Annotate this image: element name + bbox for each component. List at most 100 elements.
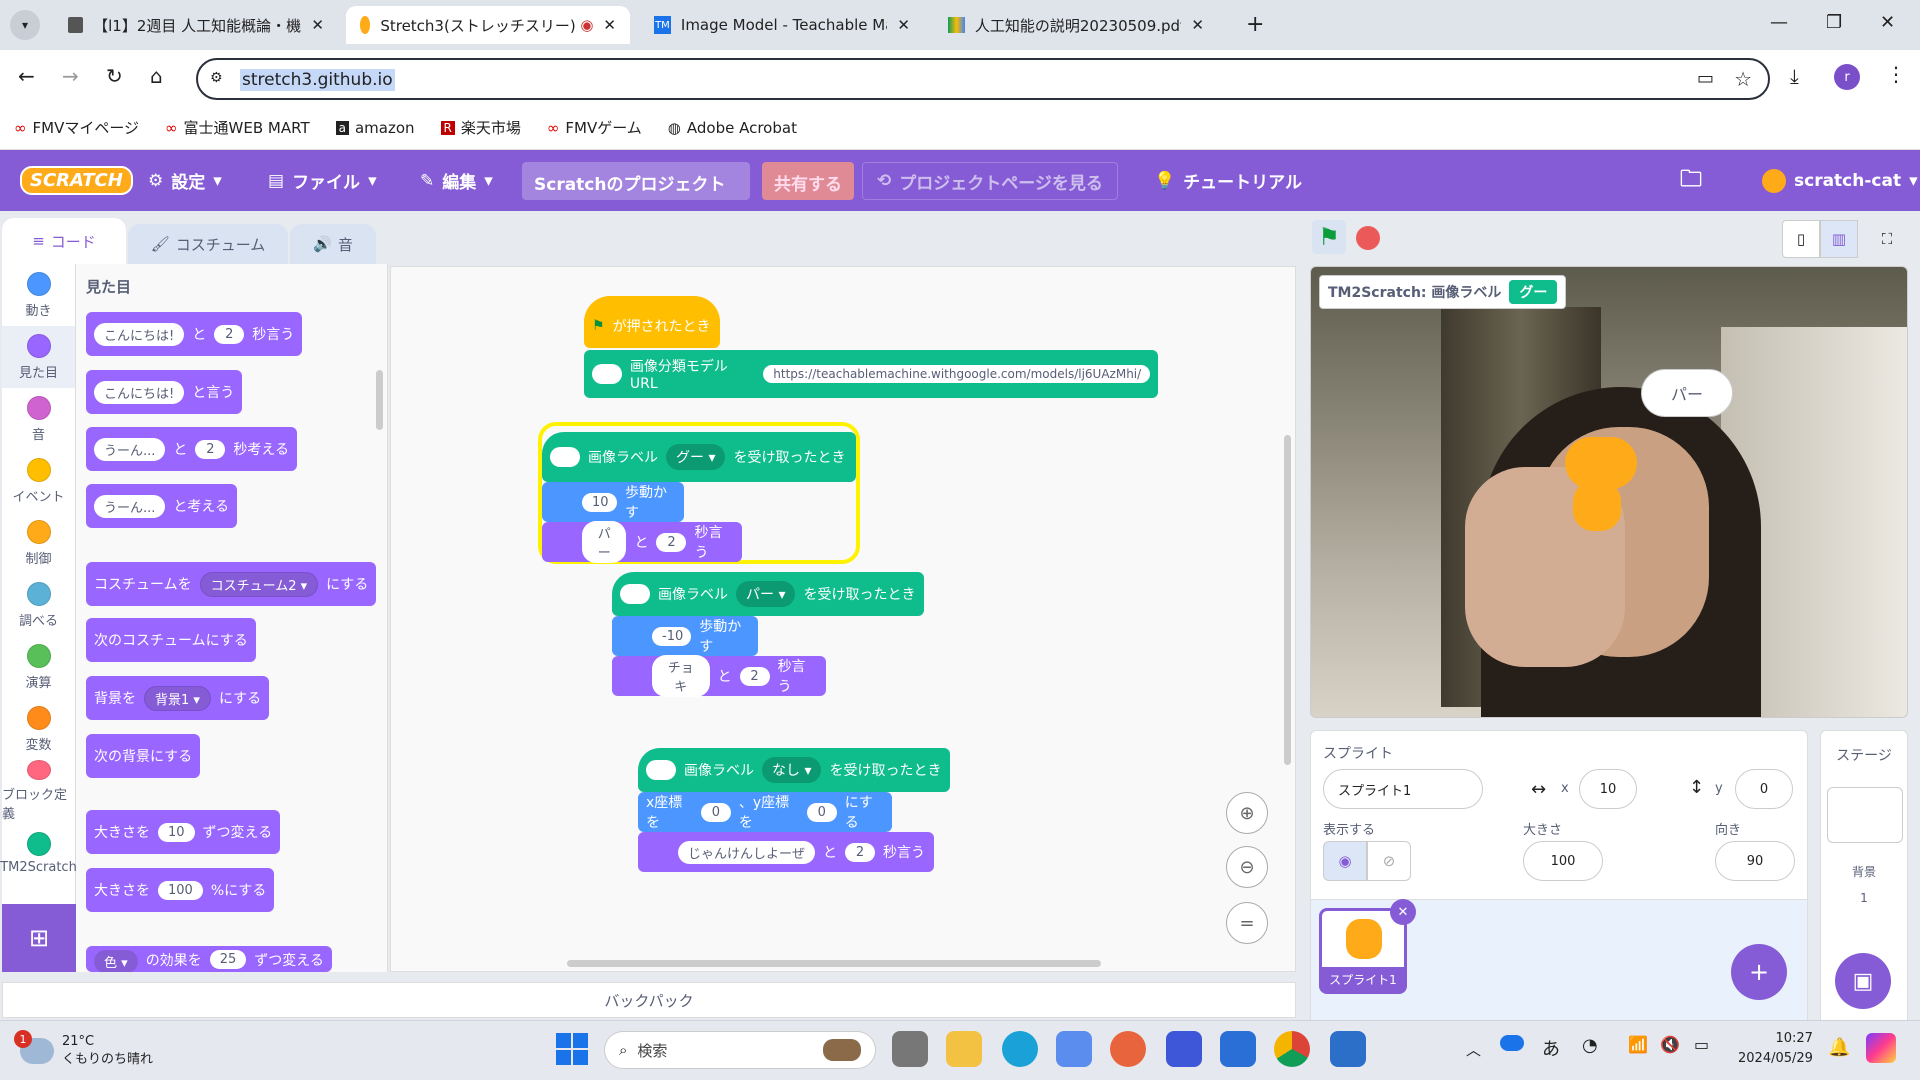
bookmark-star-icon[interactable]: ☆	[1734, 67, 1752, 91]
add-sprite-button[interactable]: +	[1731, 944, 1787, 1000]
stage-thumbnail[interactable]	[1827, 787, 1903, 843]
minimize-button[interactable]: —	[1770, 12, 1788, 33]
forward-icon[interactable]: →	[62, 64, 79, 88]
browser-menu-icon[interactable]: ⋮	[1886, 62, 1906, 86]
photos-icon[interactable]	[1220, 1031, 1256, 1067]
when-label-received-hat[interactable]: 画像ラベル グー ▾ を受け取ったとき	[542, 432, 856, 482]
download-icon[interactable]: ⤓	[1790, 64, 1799, 88]
task-view-icon[interactable]	[892, 1031, 928, 1067]
small-stage-button[interactable]: ▯	[1782, 220, 1820, 258]
palette-say-for-secs-block[interactable]: こんにちは! と 2 秒言う	[86, 312, 303, 356]
bookmark-item[interactable]: ∞ FMVゲーム	[547, 117, 642, 138]
category-2[interactable]: 音	[2, 388, 75, 450]
palette-change-size-block[interactable]: 大きさを 10 ずつ変える	[86, 810, 281, 854]
back-icon[interactable]: ←	[18, 64, 35, 88]
close-tab-icon[interactable]: ✕	[603, 16, 616, 34]
site-info-icon[interactable]: ⚙	[210, 70, 223, 86]
category-9[interactable]: TM2Scratch	[0, 822, 77, 884]
stop-icon[interactable]	[1356, 226, 1380, 250]
sprite-thumbnail[interactable]: スプライト1 ✕	[1319, 899, 1416, 994]
app-icon[interactable]	[1110, 1031, 1146, 1067]
say-for-secs-block[interactable]: チョキと 2 秒言う	[612, 655, 826, 697]
move-steps-block[interactable]: -10 歩動かす	[612, 616, 758, 656]
ime-indicator[interactable]: あ	[1542, 1035, 1560, 1061]
my-stuff-folder-icon[interactable]: 🗀	[1680, 150, 1702, 211]
zoom-in-button[interactable]: ⊕	[1226, 792, 1268, 834]
palette-change-effect-block[interactable]: 色 ▾ の効果を 25 ずつ変える	[86, 946, 332, 972]
palette-think-for-secs-block[interactable]: うーん... と 2 秒考える	[86, 427, 297, 471]
x-input[interactable]: 10	[1579, 769, 1637, 809]
palette-scrollbar[interactable]	[376, 370, 383, 430]
category-5[interactable]: 調べる	[2, 574, 75, 636]
windows-start-icon[interactable]	[556, 1033, 588, 1065]
file-explorer-icon[interactable]	[946, 1031, 982, 1067]
chrome-icon[interactable]	[1274, 1031, 1310, 1067]
taskbar-search[interactable]: ⌕ 検索	[604, 1031, 876, 1069]
when-flag-clicked-hat[interactable]: ⚑ が押されたとき	[584, 296, 720, 348]
when-label-received-hat[interactable]: 画像ラベル なし ▾ を受け取ったとき	[638, 748, 950, 792]
palette-next-costume-block[interactable]: 次のコスチュームにする	[86, 618, 256, 662]
category-8[interactable]: ブロック定義	[2, 760, 75, 822]
zoom-out-button[interactable]: ⊖	[1226, 846, 1268, 888]
close-tab-icon[interactable]: ✕	[1191, 16, 1204, 34]
category-3[interactable]: イベント	[2, 450, 75, 512]
see-project-page-button[interactable]: ⟲ プロジェクトページを見る	[862, 162, 1118, 200]
battery-icon[interactable]: ▭	[1694, 1035, 1709, 1054]
app-window-icon[interactable]	[1330, 1031, 1366, 1067]
volume-muted-icon[interactable]: 🔇	[1660, 1035, 1680, 1054]
move-steps-block[interactable]: 10 歩動かす	[542, 482, 684, 522]
tutorials-button[interactable]: 💡 チュートリアル	[1154, 150, 1302, 211]
direction-input[interactable]: 90	[1715, 841, 1795, 881]
tab-2[interactable]: Stretch3(ストレッチスリー) ◉ ✕	[346, 6, 630, 44]
profile-avatar[interactable]: r	[1834, 64, 1860, 90]
close-tab-icon[interactable]: ✕	[897, 16, 910, 34]
category-0[interactable]: 動き	[2, 264, 75, 326]
notification-bell-icon[interactable]: 🔔	[1828, 1037, 1850, 1058]
say-for-secs-block[interactable]: パーと 2 秒言う	[542, 521, 742, 563]
script-hscrollbar[interactable]	[567, 960, 1101, 967]
bookmark-item[interactable]: ∞ FMVマイページ	[14, 117, 139, 138]
tab-3[interactable]: TM Image Model - Teachable Mach ✕	[640, 6, 924, 44]
omnibox[interactable]: ⚙ stretch3.github.io ▭ ☆	[196, 58, 1770, 100]
bookmark-item[interactable]: ∞ 富士通WEB MART	[165, 117, 310, 138]
maximize-button[interactable]: ❐	[1826, 12, 1842, 33]
new-tab-button[interactable]: +	[1246, 12, 1264, 37]
wifi-icon[interactable]: 📶	[1628, 1035, 1648, 1054]
edge-icon[interactable]	[1002, 1031, 1038, 1067]
input-mode-icon[interactable]: ◔	[1582, 1035, 1598, 1056]
chevron-up-icon[interactable]: ︿	[1466, 1039, 1481, 1060]
url-text[interactable]: stretch3.github.io	[240, 69, 395, 91]
when-label-received-hat[interactable]: 画像ラベル パー ▾ を受け取ったとき	[612, 572, 924, 616]
close-window-button[interactable]: ✕	[1880, 12, 1895, 33]
onedrive-icon[interactable]	[1500, 1035, 1524, 1051]
show-sprite-eye-icon[interactable]: ◉	[1323, 841, 1367, 881]
close-tab-icon[interactable]: ✕	[311, 16, 324, 34]
add-backdrop-button[interactable]: ▣	[1835, 953, 1891, 1009]
weather-widget[interactable]: 1 21°C くもりのち晴れ	[14, 1030, 153, 1069]
reload-icon[interactable]: ↻	[106, 64, 123, 88]
category-4[interactable]: 制御	[2, 512, 75, 574]
script-vscrollbar[interactable]	[1284, 435, 1291, 765]
edit-menu[interactable]: ✎ 編集 ▾	[420, 150, 493, 211]
home-icon[interactable]: ⌂	[150, 64, 163, 88]
category-1[interactable]: 見た目	[2, 326, 75, 388]
green-flag-icon[interactable]: ⚑	[1312, 220, 1346, 254]
tab-costumes[interactable]: 🖌 コスチューム	[128, 224, 288, 264]
size-input[interactable]: 100	[1523, 841, 1603, 881]
palette-switch-costume-block[interactable]: コスチュームを コスチューム2 ▾ にする	[86, 562, 377, 606]
go-to-xy-block[interactable]: x座標を 0 、y座標を 0 にする	[638, 792, 892, 832]
tab-sounds[interactable]: 🔊 音	[290, 224, 376, 264]
palette-switch-backdrop-block[interactable]: 背景を 背景1 ▾ にする	[86, 676, 270, 720]
y-input[interactable]: 0	[1735, 769, 1793, 809]
palette-set-size-block[interactable]: 大きさを 100 %にする	[86, 868, 275, 912]
backpack-header[interactable]: バックパック	[2, 982, 1296, 1018]
fullscreen-icon[interactable]: ⛶	[1868, 220, 1906, 258]
copilot-icon[interactable]	[1866, 1033, 1896, 1063]
sprite-name-input[interactable]: スプライト1	[1323, 769, 1483, 809]
store-icon[interactable]	[1056, 1031, 1092, 1067]
palette-say-block[interactable]: こんにちは! と言う	[86, 370, 243, 414]
tab-1[interactable]: 【l1】2週目 人工知能概論・機械学 ✕	[54, 6, 338, 44]
category-6[interactable]: 演算	[2, 636, 75, 698]
bookmark-item[interactable]: ◍ Adobe Acrobat	[668, 119, 797, 137]
camera-icon[interactable]: ▭	[1697, 68, 1714, 89]
